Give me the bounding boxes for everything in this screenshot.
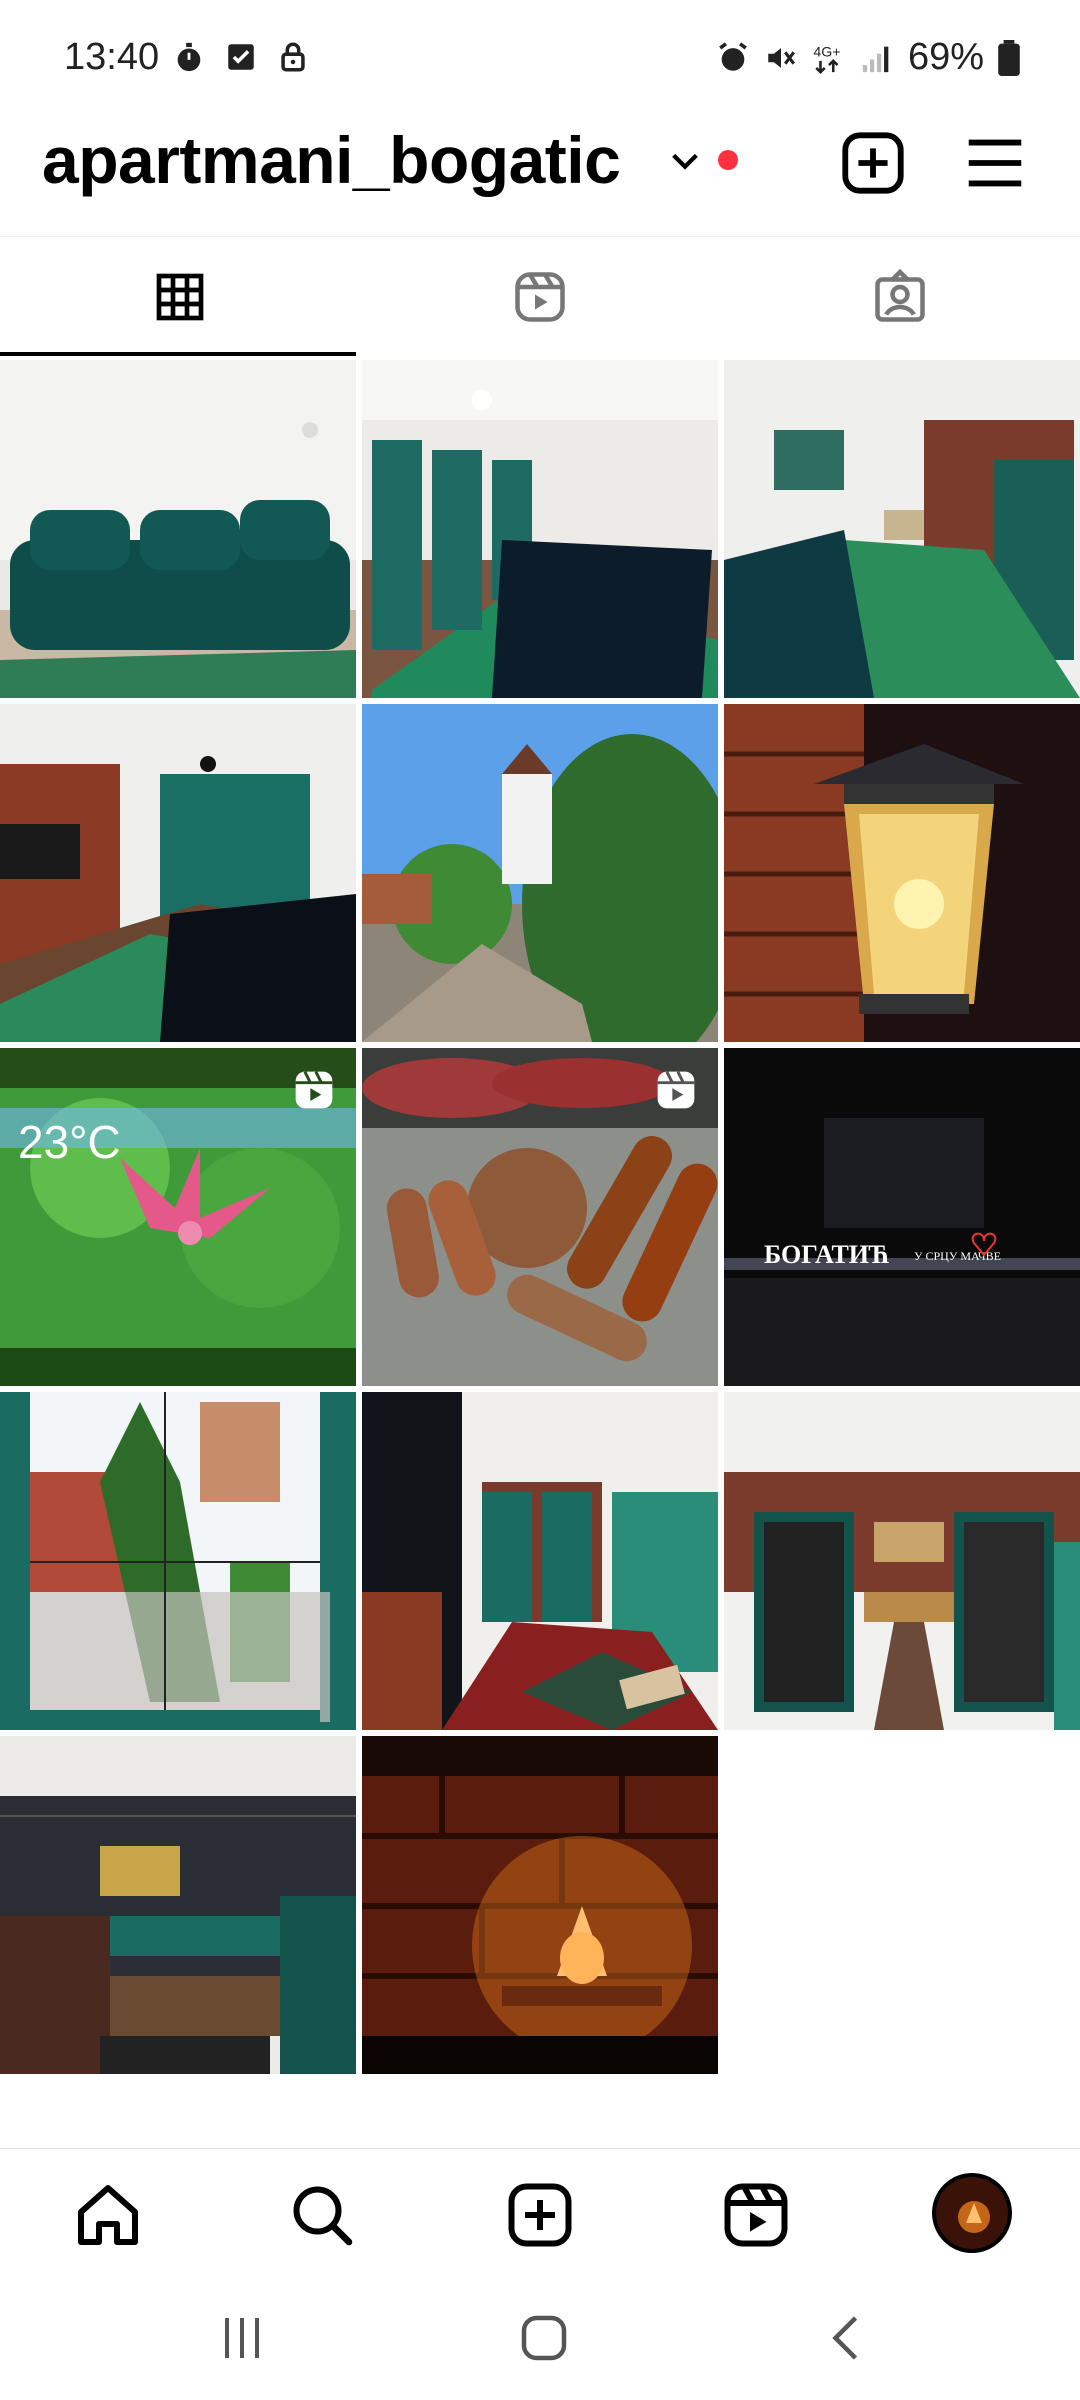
- back-icon[interactable]: [818, 2308, 878, 2368]
- sign-text: БОГАТИЋ: [764, 1240, 890, 1269]
- tab-grid[interactable]: [0, 237, 360, 357]
- menu-icon[interactable]: [960, 128, 1030, 198]
- network-icon: 4G+: [813, 44, 841, 74]
- notification-dot: [718, 150, 738, 170]
- post-thumbnail[interactable]: [0, 1736, 356, 2074]
- home-button-icon[interactable]: [514, 2308, 574, 2368]
- home-icon[interactable]: [72, 2179, 144, 2251]
- stopwatch-icon: [177, 42, 201, 72]
- status-left-icons: [172, 40, 310, 74]
- post-thumbnail[interactable]: [362, 1048, 718, 1386]
- post-thumbnail[interactable]: [362, 1736, 718, 2074]
- reels-icon[interactable]: [720, 2179, 792, 2251]
- profile-tabs: [0, 236, 1080, 357]
- bottom-nav: [0, 2148, 1080, 2279]
- create-post-button[interactable]: [838, 128, 908, 198]
- post-thumbnail[interactable]: БОГАТИЋ У СРЦУ МАЧВЕ: [724, 1048, 1080, 1386]
- tab-tagged[interactable]: [720, 237, 1080, 357]
- post-thumbnail[interactable]: [362, 1392, 718, 1730]
- post-thumbnail[interactable]: [0, 704, 356, 1042]
- battery-icon: [998, 39, 1020, 76]
- status-bar: 13:40 4G+ 69%: [0, 0, 1080, 110]
- status-right: 4G+ 69%: [716, 36, 1020, 79]
- alarm-icon: [719, 41, 747, 71]
- post-thumbnail[interactable]: [724, 704, 1080, 1042]
- reel-badge-icon: [295, 1071, 333, 1109]
- search-icon[interactable]: [286, 2179, 358, 2251]
- post-thumbnail[interactable]: [724, 1392, 1080, 1730]
- tagged-icon: [875, 268, 925, 322]
- recent-apps-icon[interactable]: [212, 2308, 272, 2368]
- plus-square-icon[interactable]: [504, 2179, 576, 2251]
- system-nav-bar: [0, 2278, 1080, 2400]
- temperature-overlay: 23°C: [18, 1116, 121, 1168]
- post-thumbnail[interactable]: [0, 1392, 356, 1730]
- grid-icon: [156, 273, 204, 321]
- reels-icon: [515, 272, 565, 322]
- post-thumbnail[interactable]: [0, 360, 356, 698]
- post-thumbnail[interactable]: [362, 360, 718, 698]
- chevron-down-icon[interactable]: [668, 144, 702, 178]
- profile-header: apartmani_bogatic: [0, 110, 1080, 236]
- task-check-icon: [228, 44, 254, 70]
- avatar[interactable]: [930, 2171, 1014, 2255]
- signal-icon: [862, 46, 889, 72]
- post-thumbnail[interactable]: [724, 360, 1080, 698]
- network-label: 4G+: [813, 44, 840, 60]
- status-time: 13:40: [64, 36, 160, 78]
- mute-icon: [768, 47, 795, 68]
- active-tab-indicator: [0, 352, 356, 356]
- post-thumbnail[interactable]: [362, 704, 718, 1042]
- battery-percent: 69%: [907, 36, 984, 78]
- lock-icon: [281, 42, 305, 72]
- profile-username[interactable]: apartmani_bogatic: [42, 122, 621, 198]
- tab-reels[interactable]: [360, 237, 720, 357]
- reel-badge-icon: [657, 1071, 695, 1109]
- post-thumbnail[interactable]: 23°C: [0, 1048, 356, 1386]
